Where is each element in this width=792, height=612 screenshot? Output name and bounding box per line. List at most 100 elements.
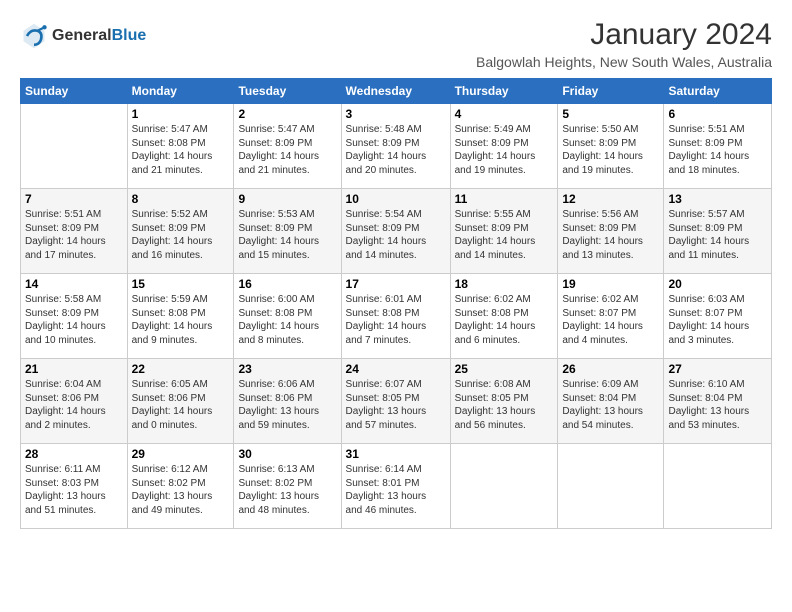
subtitle: Balgowlah Heights, New South Wales, Aust…	[476, 54, 772, 70]
calendar-cell: 5 Sunrise: 5:50 AM Sunset: 8:09 PM Daylig…	[558, 104, 664, 189]
col-header-monday: Monday	[127, 79, 234, 104]
col-header-sunday: Sunday	[21, 79, 128, 104]
day-number: 26	[562, 362, 659, 376]
day-number: 9	[238, 192, 336, 206]
day-number: 8	[132, 192, 230, 206]
day-number: 1	[132, 107, 230, 121]
day-info: Sunrise: 5:52 AM Sunset: 8:09 PM Dayligh…	[132, 208, 230, 262]
day-info: Sunrise: 6:00 AM Sunset: 8:08 PM Dayligh…	[238, 293, 336, 347]
calendar-cell: 24 Sunrise: 6:07 AM Sunset: 8:05 PM Dayli…	[341, 359, 450, 444]
day-info: Sunrise: 6:08 AM Sunset: 8:05 PM Dayligh…	[455, 378, 554, 432]
header: GeneralBlue January 2024 Balgowlah Heigh…	[20, 18, 772, 70]
calendar-cell: 13Sunrise: 5:57 AM Sunset: 8:09 PM Dayli…	[664, 189, 772, 274]
day-info: Sunrise: 5:59 AM Sunset: 8:08 PM Dayligh…	[132, 293, 230, 347]
calendar-cell: 1 Sunrise: 5:47 AM Sunset: 8:08 PM Daylig…	[127, 104, 234, 189]
calendar-cell: 27 Sunrise: 6:10 AM Sunset: 8:04 PM Dayli…	[664, 359, 772, 444]
calendar-cell: 11 Sunrise: 5:55 AM Sunset: 8:09 PM Dayli…	[450, 189, 558, 274]
day-number: 13	[668, 192, 767, 206]
day-info: Sunrise: 6:09 AM Sunset: 8:04 PM Dayligh…	[562, 378, 659, 432]
day-number: 19	[562, 277, 659, 291]
day-info: Sunrise: 5:58 AM Sunset: 8:09 PM Dayligh…	[25, 293, 123, 347]
day-info: Sunrise: 6:05 AM Sunset: 8:06 PM Dayligh…	[132, 378, 230, 432]
day-number: 3	[346, 107, 446, 121]
calendar-cell: 12 Sunrise: 5:56 AM Sunset: 8:09 PM Dayli…	[558, 189, 664, 274]
day-info: Sunrise: 5:56 AM Sunset: 8:09 PM Dayligh…	[562, 208, 659, 262]
calendar-cell: 18 Sunrise: 6:02 AM Sunset: 8:08 PM Dayli…	[450, 274, 558, 359]
calendar-cell: 19 Sunrise: 6:02 AM Sunset: 8:07 PM Dayli…	[558, 274, 664, 359]
col-header-saturday: Saturday	[664, 79, 772, 104]
calendar-cell: 29 Sunrise: 6:12 AM Sunset: 8:02 PM Dayli…	[127, 444, 234, 529]
day-number: 21	[25, 362, 123, 376]
calendar-cell: 4Sunrise: 5:49 AM Sunset: 8:09 PM Daylig…	[450, 104, 558, 189]
calendar-cell	[664, 444, 772, 529]
calendar-cell: 10 Sunrise: 5:54 AM Sunset: 8:09 PM Dayli…	[341, 189, 450, 274]
day-info: Sunrise: 5:55 AM Sunset: 8:09 PM Dayligh…	[455, 208, 554, 262]
day-number: 10	[346, 192, 446, 206]
day-number: 31	[346, 447, 446, 461]
calendar-cell: 14Sunrise: 5:58 AM Sunset: 8:09 PM Dayli…	[21, 274, 128, 359]
page-container: GeneralBlue January 2024 Balgowlah Heigh…	[0, 0, 792, 539]
day-info: Sunrise: 6:10 AM Sunset: 8:04 PM Dayligh…	[668, 378, 767, 432]
day-info: Sunrise: 5:50 AM Sunset: 8:09 PM Dayligh…	[562, 123, 659, 177]
day-info: Sunrise: 5:47 AM Sunset: 8:08 PM Dayligh…	[132, 123, 230, 177]
calendar-cell: 17Sunrise: 6:01 AM Sunset: 8:08 PM Dayli…	[341, 274, 450, 359]
day-number: 17	[346, 277, 446, 291]
day-number: 15	[132, 277, 230, 291]
calendar-week-2: 7 Sunrise: 5:51 AM Sunset: 8:09 PM Daylig…	[21, 189, 772, 274]
logo: GeneralBlue	[20, 22, 146, 50]
calendar-week-5: 28Sunrise: 6:11 AM Sunset: 8:03 PM Dayli…	[21, 444, 772, 529]
col-header-tuesday: Tuesday	[234, 79, 341, 104]
day-number: 5	[562, 107, 659, 121]
col-header-wednesday: Wednesday	[341, 79, 450, 104]
day-number: 6	[668, 107, 767, 121]
calendar-week-4: 21 Sunrise: 6:04 AM Sunset: 8:06 PM Dayli…	[21, 359, 772, 444]
day-info: Sunrise: 6:12 AM Sunset: 8:02 PM Dayligh…	[132, 463, 230, 517]
day-info: Sunrise: 6:02 AM Sunset: 8:07 PM Dayligh…	[562, 293, 659, 347]
day-number: 12	[562, 192, 659, 206]
col-header-friday: Friday	[558, 79, 664, 104]
calendar-table: SundayMondayTuesdayWednesdayThursdayFrid…	[20, 78, 772, 529]
day-number: 27	[668, 362, 767, 376]
col-header-thursday: Thursday	[450, 79, 558, 104]
day-number: 22	[132, 362, 230, 376]
day-number: 18	[455, 277, 554, 291]
calendar-cell: 26 Sunrise: 6:09 AM Sunset: 8:04 PM Dayli…	[558, 359, 664, 444]
main-title: January 2024	[476, 18, 772, 52]
day-info: Sunrise: 6:07 AM Sunset: 8:05 PM Dayligh…	[346, 378, 446, 432]
calendar-cell	[558, 444, 664, 529]
day-number: 30	[238, 447, 336, 461]
calendar-cell: 20Sunrise: 6:03 AM Sunset: 8:07 PM Dayli…	[664, 274, 772, 359]
day-info: Sunrise: 6:03 AM Sunset: 8:07 PM Dayligh…	[668, 293, 767, 347]
calendar-cell: 25Sunrise: 6:08 AM Sunset: 8:05 PM Dayli…	[450, 359, 558, 444]
day-number: 29	[132, 447, 230, 461]
day-number: 11	[455, 192, 554, 206]
calendar-cell	[21, 104, 128, 189]
day-info: Sunrise: 5:51 AM Sunset: 8:09 PM Dayligh…	[668, 123, 767, 177]
day-info: Sunrise: 6:04 AM Sunset: 8:06 PM Dayligh…	[25, 378, 123, 432]
day-info: Sunrise: 6:02 AM Sunset: 8:08 PM Dayligh…	[455, 293, 554, 347]
calendar-cell: 28Sunrise: 6:11 AM Sunset: 8:03 PM Dayli…	[21, 444, 128, 529]
calendar-cell: 21 Sunrise: 6:04 AM Sunset: 8:06 PM Dayli…	[21, 359, 128, 444]
logo-text: GeneralBlue	[52, 27, 146, 45]
calendar-header-row: SundayMondayTuesdayWednesdayThursdayFrid…	[21, 79, 772, 104]
day-info: Sunrise: 5:53 AM Sunset: 8:09 PM Dayligh…	[238, 208, 336, 262]
day-info: Sunrise: 5:54 AM Sunset: 8:09 PM Dayligh…	[346, 208, 446, 262]
calendar-cell: 8 Sunrise: 5:52 AM Sunset: 8:09 PM Daylig…	[127, 189, 234, 274]
calendar-week-3: 14Sunrise: 5:58 AM Sunset: 8:09 PM Dayli…	[21, 274, 772, 359]
day-number: 7	[25, 192, 123, 206]
calendar-cell: 15 Sunrise: 5:59 AM Sunset: 8:08 PM Dayli…	[127, 274, 234, 359]
logo-icon	[20, 22, 48, 50]
day-number: 23	[238, 362, 336, 376]
day-number: 28	[25, 447, 123, 461]
calendar-cell: 6 Sunrise: 5:51 AM Sunset: 8:09 PM Daylig…	[664, 104, 772, 189]
day-number: 2	[238, 107, 336, 121]
calendar-cell: 31 Sunrise: 6:14 AM Sunset: 8:01 PM Dayli…	[341, 444, 450, 529]
calendar-cell: 3Sunrise: 5:48 AM Sunset: 8:09 PM Daylig…	[341, 104, 450, 189]
day-number: 24	[346, 362, 446, 376]
day-info: Sunrise: 6:13 AM Sunset: 8:02 PM Dayligh…	[238, 463, 336, 517]
calendar-cell	[450, 444, 558, 529]
day-info: Sunrise: 6:14 AM Sunset: 8:01 PM Dayligh…	[346, 463, 446, 517]
day-info: Sunrise: 5:51 AM Sunset: 8:09 PM Dayligh…	[25, 208, 123, 262]
calendar-cell: 9 Sunrise: 5:53 AM Sunset: 8:09 PM Daylig…	[234, 189, 341, 274]
calendar-cell: 23Sunrise: 6:06 AM Sunset: 8:06 PM Dayli…	[234, 359, 341, 444]
